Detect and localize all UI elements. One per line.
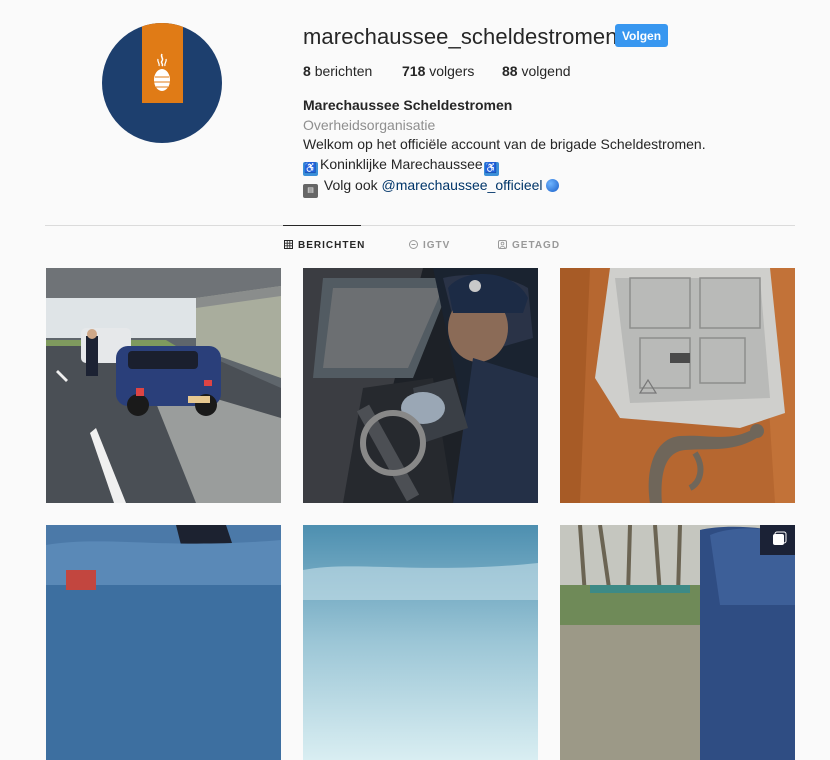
posts-count: 8 — [303, 63, 311, 79]
bio-line-follow: ▤ Volg ook @marechaussee_officieel — [303, 176, 783, 198]
tab-label: IGTV — [423, 240, 451, 251]
blue-circle-icon — [545, 178, 559, 192]
profile-avatar — [102, 23, 222, 143]
followers-stat[interactable]: 718 volgers — [402, 63, 474, 79]
followers-count: 718 — [402, 63, 426, 79]
bio-follow-prefix: Volg ook — [323, 176, 382, 193]
bicycle-officer-photo — [560, 525, 795, 760]
following-stat[interactable]: 88 volgend — [502, 63, 571, 79]
wheelchair-symbol-icon: ♿ — [303, 161, 318, 176]
officer-car-search-photo — [303, 268, 538, 503]
tabs-divider — [45, 225, 795, 226]
following-label: volgend — [521, 63, 571, 79]
tab-berichten[interactable]: BERICHTEN — [284, 240, 365, 251]
post-thumbnail[interactable] — [46, 268, 281, 503]
post-thumbnail[interactable] — [560, 525, 795, 760]
sky-photo — [303, 525, 538, 760]
bio-name: Marechaussee Scheldestromen — [303, 97, 513, 113]
posts-label: berichten — [314, 63, 373, 79]
tag-icon — [498, 240, 507, 249]
active-tab-indicator — [283, 225, 361, 226]
bio-kmar-text: Koninklijke Marechaussee — [320, 155, 483, 172]
bio-category: Overheidsorganisatie — [303, 116, 436, 133]
bio-follow-link[interactable]: @marechaussee_officieel — [382, 177, 543, 193]
post-thumbnail[interactable] — [46, 525, 281, 760]
tab-label: BERICHTEN — [298, 240, 366, 251]
profile-bio: Marechaussee Scheldestromen Overheidsorg… — [303, 96, 783, 198]
profile-username: marechaussee_scheldestromen — [303, 24, 618, 49]
following-count: 88 — [502, 63, 518, 79]
follow-button[interactable]: Volgen — [615, 24, 668, 47]
evidence-bag-photo — [560, 268, 795, 503]
grenade-emblem-icon — [154, 53, 170, 91]
bio-line-welcome: Welkom op het officiële account van de b… — [303, 136, 706, 152]
post-thumbnail[interactable] — [303, 268, 538, 503]
post-thumbnail[interactable] — [560, 268, 795, 503]
profile-tabs: BERICHTEN IGTV GETAGD — [0, 240, 830, 254]
igtv-icon — [409, 240, 418, 249]
grid-icon — [284, 240, 293, 249]
bio-line-kmar: ♿ Koninklijke Marechaussee ♿ — [303, 155, 783, 176]
post-thumbnail[interactable] — [303, 525, 538, 760]
followers-label: volgers — [429, 63, 475, 79]
uniform-closeup-photo — [46, 525, 281, 760]
posts-count-stat: 8 berichten — [303, 63, 372, 79]
wheelchair-symbol-icon: ♿ — [483, 161, 499, 176]
tab-getagd[interactable]: GETAGD — [498, 240, 560, 251]
tab-label: GETAGD — [512, 240, 561, 251]
id-card-icon: ▤ — [303, 183, 318, 198]
traffic-stop-photo — [46, 268, 281, 503]
tab-igtv[interactable]: IGTV — [409, 240, 450, 251]
